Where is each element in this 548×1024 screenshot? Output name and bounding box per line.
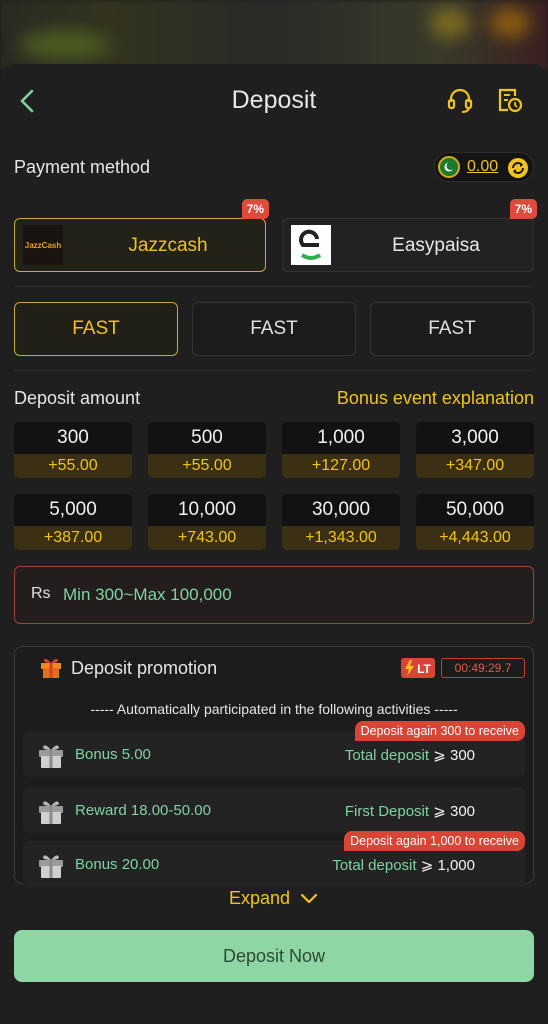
amount-option[interactable]: 30,000 +1,343.00 (282, 494, 400, 550)
activity-name: Bonus 5.00 (75, 746, 151, 763)
bonus-event-link[interactable]: Bonus event explanation (337, 388, 534, 409)
jazzcash-logo-text: JazzCash (25, 241, 62, 250)
amount-bonus: +387.00 (14, 526, 132, 550)
deposit-promotion-panel: Deposit promotion LT 00:49:29.7 ----- Au… (14, 646, 534, 887)
amount-bonus: +4,443.00 (416, 526, 534, 550)
activity-row[interactable]: Reward 18.00-50.00 First Deposit ⩾ 300 (23, 787, 525, 833)
balance-value: 0.00 (467, 158, 499, 175)
amount-value: 500 (191, 427, 223, 448)
refresh-icon (508, 158, 528, 178)
amount-option[interactable]: 3,000 +347.00 (416, 422, 534, 478)
amount-option[interactable]: 1,000 +127.00 (282, 422, 400, 478)
fee-badge: 7% (241, 199, 269, 219)
amount-input[interactable] (63, 579, 503, 611)
activity-name: Reward 18.00-50.00 (75, 802, 211, 819)
activity-name: Bonus 20.00 (75, 856, 160, 873)
condition-text: First Deposit (344, 803, 430, 820)
amount-value: 5,000 (49, 499, 97, 520)
payment-method-label: Payment method (14, 157, 151, 177)
activity-tag: Deposit again 300 to receive (354, 721, 525, 741)
headset-icon (447, 88, 473, 113)
lightning-badge: LT (401, 658, 435, 678)
deposit-amount-label: Deposit amount (14, 388, 141, 408)
amount-bonus: +55.00 (14, 454, 132, 478)
payment-card-label: Jazzcash (128, 235, 208, 256)
activity-row[interactable]: Bonus 5.00 Total deposit ⩾ 300 Deposit a… (23, 721, 525, 777)
amount-value: 1,000 (317, 427, 365, 448)
amount-bonus: +1,343.00 (282, 526, 400, 550)
amount-bonus: +127.00 (282, 454, 400, 478)
countdown-timer: 00:49:29.7 (441, 658, 525, 678)
condition-value: ⩾ 300 (433, 747, 475, 764)
expand-label: Expand (228, 888, 291, 908)
condition-text: Total deposit (344, 747, 430, 764)
gift-icon (39, 655, 63, 679)
activity-row[interactable]: Bonus 20.00 Total deposit ⩾ 1,000 Deposi… (23, 831, 525, 887)
payment-card-jazzcash[interactable]: JazzCash Jazzcash 7% (14, 199, 269, 272)
pakistan-flag-icon (438, 156, 460, 178)
deposit-amount-header: Deposit amount Bonus event explanation (14, 386, 534, 410)
channel-button-2[interactable]: FAST (192, 302, 356, 356)
condition-text: Total deposit (332, 857, 417, 874)
deposit-now-button[interactable]: Deposit Now (14, 930, 534, 982)
fee-badge: 7% (509, 199, 537, 219)
gift-box-icon (37, 851, 65, 879)
payment-method-row: Payment method 0.00 (14, 152, 534, 182)
header: Deposit (0, 64, 548, 138)
activity-condition: Total deposit ⩾ 300 (345, 746, 475, 764)
amount-value: 50,000 (445, 499, 505, 520)
amount-value: 300 (57, 427, 89, 448)
divider (14, 286, 534, 287)
channel-button-1[interactable]: FAST (14, 302, 178, 356)
gift-box-icon (37, 797, 65, 825)
currency-label: Rs (31, 585, 51, 602)
divider (14, 370, 534, 371)
payment-card-label: Easypaisa (392, 235, 480, 256)
promotion-title: Deposit promotion (71, 658, 218, 678)
gift-box-icon (37, 741, 65, 769)
support-button[interactable] (446, 86, 474, 114)
channel-button-3[interactable]: FAST (370, 302, 534, 356)
amount-option[interactable]: 300 +55.00 (14, 422, 132, 478)
amount-bonus: +743.00 (148, 526, 266, 550)
amount-value: 3,000 (451, 427, 499, 448)
lt-badge-text: LT (417, 662, 431, 676)
auto-participate-note: ----- Automatically participated in the … (90, 701, 458, 717)
amount-option[interactable]: 5,000 +387.00 (14, 494, 132, 550)
balance-display: 0.00 (434, 152, 534, 182)
amount-option[interactable]: 500 +55.00 (148, 422, 266, 478)
background-blur (0, 0, 548, 70)
jazzcash-logo: JazzCash (23, 225, 63, 265)
activity-condition: First Deposit ⩾ 300 (345, 802, 475, 820)
easypaisa-logo (291, 225, 331, 265)
amount-value: 10,000 (177, 499, 237, 520)
deposit-sheet: Deposit Payment method 0.00 JazzCash Jaz… (0, 64, 548, 1024)
amount-bonus: +347.00 (416, 454, 534, 478)
payment-card-easypaisa[interactable]: Easypaisa 7% (282, 199, 537, 272)
expand-button[interactable]: Expand (0, 888, 548, 909)
activity-condition: Total deposit ⩾ 1,000 (332, 856, 475, 874)
condition-value: ⩾ 1,000 (420, 857, 475, 874)
history-button[interactable] (496, 86, 524, 114)
amount-option[interactable]: 10,000 +743.00 (148, 494, 266, 550)
chevron-down-icon (300, 894, 318, 904)
condition-value: ⩾ 300 (433, 803, 475, 820)
amount-bonus: +55.00 (148, 454, 266, 478)
history-icon (498, 88, 523, 113)
activity-tag: Deposit again 1,000 to receive (344, 831, 525, 851)
amount-option[interactable]: 50,000 +4,443.00 (416, 494, 534, 550)
amount-input-box: Rs (14, 566, 534, 624)
refresh-balance-button[interactable] (507, 157, 529, 179)
amount-value: 30,000 (311, 499, 371, 520)
